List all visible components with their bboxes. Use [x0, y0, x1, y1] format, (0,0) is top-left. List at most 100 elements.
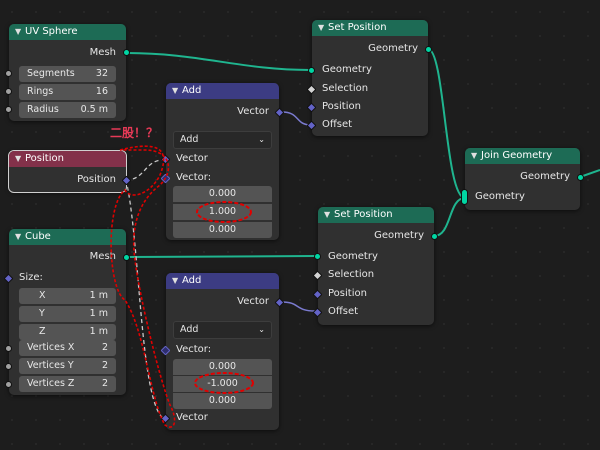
vector-x-field[interactable]: 0.000 [173, 186, 272, 202]
set-position-bottom-geometry-socket[interactable] [314, 253, 321, 260]
dropdown-value: Add [180, 324, 199, 335]
chevron-down-icon: ⌄ [258, 135, 265, 144]
set-position-top-header[interactable]: ▼ Set Position [312, 20, 428, 36]
cube-mesh-socket[interactable] [123, 254, 130, 261]
vector-z-field[interactable]: 0.000 [173, 222, 272, 238]
set-position-node-bottom[interactable]: ▼ Set Position Geometry Geometry Selectio… [312, 207, 438, 325]
node-title: Set Position [334, 209, 393, 220]
set-position-top-output-socket[interactable] [425, 46, 432, 53]
join-geometry-output-socket[interactable] [577, 174, 584, 181]
size-x-field[interactable]: X 1 m [19, 288, 116, 304]
node-title: Join Geometry [481, 150, 553, 161]
field-value: 16 [95, 86, 108, 97]
chevron-down-icon[interactable]: ▼ [15, 151, 25, 167]
vector-y-field[interactable]: -1.000 [173, 376, 272, 392]
vector-x-field[interactable]: 0.000 [173, 359, 272, 375]
input-vector-label: Vector [176, 412, 208, 423]
node-title: Set Position [328, 22, 387, 33]
join-geometry-header[interactable]: ▼ Join Geometry [465, 148, 580, 164]
chevron-down-icon[interactable]: ▼ [172, 83, 182, 99]
size-label: Size: [19, 272, 43, 283]
field-label: Rings [27, 86, 54, 97]
chevron-down-icon[interactable]: ▼ [172, 273, 182, 289]
add-top-header[interactable]: ▼ Add [166, 83, 279, 99]
field-label: X [39, 290, 46, 301]
field-value: 1 m [89, 290, 108, 301]
add-node-top[interactable]: ▼ Add Vector Add ⌄ Vector Vector: 0.000 1.… [160, 83, 285, 240]
input-offset-label: Offset [322, 119, 353, 130]
chevron-down-icon[interactable]: ▼ [318, 20, 328, 36]
node-title: Add [182, 275, 202, 286]
set-position-bottom-output-socket[interactable] [431, 233, 438, 240]
join-geometry-input-socket[interactable] [461, 189, 468, 205]
link-setpos2-to-join [433, 197, 466, 237]
radius-socket[interactable] [5, 106, 12, 113]
input-selection-label: Selection [328, 269, 375, 280]
uv-sphere-node[interactable]: ▼ UV Sphere Mesh Segments 32 Rings 16 Radiu… [5, 24, 130, 121]
vertices-x-field[interactable]: Vertices X 2 [19, 340, 116, 356]
set-position-top-geometry-socket[interactable] [308, 67, 315, 74]
set-position-bottom-header[interactable]: ▼ Set Position [318, 207, 434, 223]
output-geometry-label: Geometry [374, 230, 424, 241]
field-label: Segments [27, 68, 75, 79]
add-node-bottom[interactable]: ▼ Add Vector Add ⌄ Vector: 0.000 -1.000 0.… [160, 273, 285, 430]
rings-socket[interactable] [5, 88, 12, 95]
input-vector-label: Vector [176, 153, 208, 164]
field-label: Y [39, 308, 45, 319]
input-geometry-label: Geometry [475, 191, 525, 202]
size-y-field[interactable]: Y 1 m [19, 306, 116, 322]
chevron-down-icon[interactable]: ▼ [15, 24, 25, 40]
position-header[interactable]: ▼ Position [9, 151, 126, 167]
radius-field[interactable]: Radius 0.5 m [19, 102, 116, 118]
set-position-node-top[interactable]: ▼ Set Position Geometry Geometry Selectio… [306, 20, 432, 136]
field-label: Radius [27, 104, 59, 115]
chevron-down-icon[interactable]: ▼ [471, 148, 481, 164]
input-offset-label: Offset [328, 306, 359, 317]
field-label: Z [39, 326, 46, 337]
output-geometry-label: Geometry [520, 171, 570, 182]
uv-sphere-header[interactable]: ▼ UV Sphere [9, 24, 126, 40]
position-node[interactable]: ▼ Position Position [8, 150, 132, 193]
add-bottom-header[interactable]: ▼ Add [166, 273, 279, 289]
chevron-down-icon[interactable]: ▼ [324, 207, 334, 223]
field-value: 2 [101, 378, 108, 389]
input-geometry-label: Geometry [322, 64, 372, 75]
field-value: 2 [101, 360, 108, 371]
segments-field[interactable]: Segments 32 [19, 66, 116, 82]
vertices-x-socket[interactable] [5, 345, 12, 352]
vertices-y-socket[interactable] [5, 363, 12, 370]
node-title: Cube [25, 231, 51, 242]
cube-header[interactable]: ▼ Cube [9, 229, 126, 245]
field-label: Vertices X [27, 342, 75, 353]
join-geometry-node[interactable]: ▼ Join Geometry Geometry Geometry [461, 148, 584, 210]
size-z-field[interactable]: Z 1 m [19, 324, 116, 340]
dropdown-value: Add [180, 134, 199, 145]
output-mesh-label: Mesh [89, 251, 116, 262]
operation-dropdown[interactable]: Add ⌄ [173, 131, 272, 149]
link-add2-to-offset [281, 301, 316, 312]
chevron-down-icon[interactable]: ▼ [15, 229, 25, 245]
vertices-y-field[interactable]: Vertices Y 2 [19, 358, 116, 374]
link-pos-to-add1 [125, 159, 164, 181]
cube-node[interactable]: ▼ Cube Mesh Size: X 1 m Y 1 m Z 1 m Vertices… [3, 229, 130, 395]
uv-sphere-mesh-socket[interactable] [123, 49, 130, 56]
annotation-text: 二股！？ [110, 126, 159, 140]
field-value: 1 m [89, 326, 108, 337]
link-setpos1-to-join [427, 48, 466, 199]
vertices-z-socket[interactable] [5, 381, 12, 388]
operation-dropdown[interactable]: Add ⌄ [173, 321, 272, 339]
link-cube-to-setpos [125, 255, 316, 258]
position-output-label: Position [77, 174, 116, 185]
vertices-z-field[interactable]: Vertices Z 2 [19, 376, 116, 392]
node-title: Position [25, 153, 64, 164]
chevron-down-icon: ⌄ [258, 325, 265, 334]
rings-field[interactable]: Rings 16 [19, 84, 116, 100]
link-add1-to-offset [281, 111, 312, 126]
input-position-label: Position [322, 101, 361, 112]
vector-y-field[interactable]: 1.000 [173, 204, 272, 220]
input-geometry-label: Geometry [328, 251, 378, 262]
output-vector-label: Vector [237, 296, 269, 307]
output-geometry-label: Geometry [368, 43, 418, 54]
segments-socket[interactable] [5, 70, 12, 77]
vector-z-field[interactable]: 0.000 [173, 393, 272, 409]
